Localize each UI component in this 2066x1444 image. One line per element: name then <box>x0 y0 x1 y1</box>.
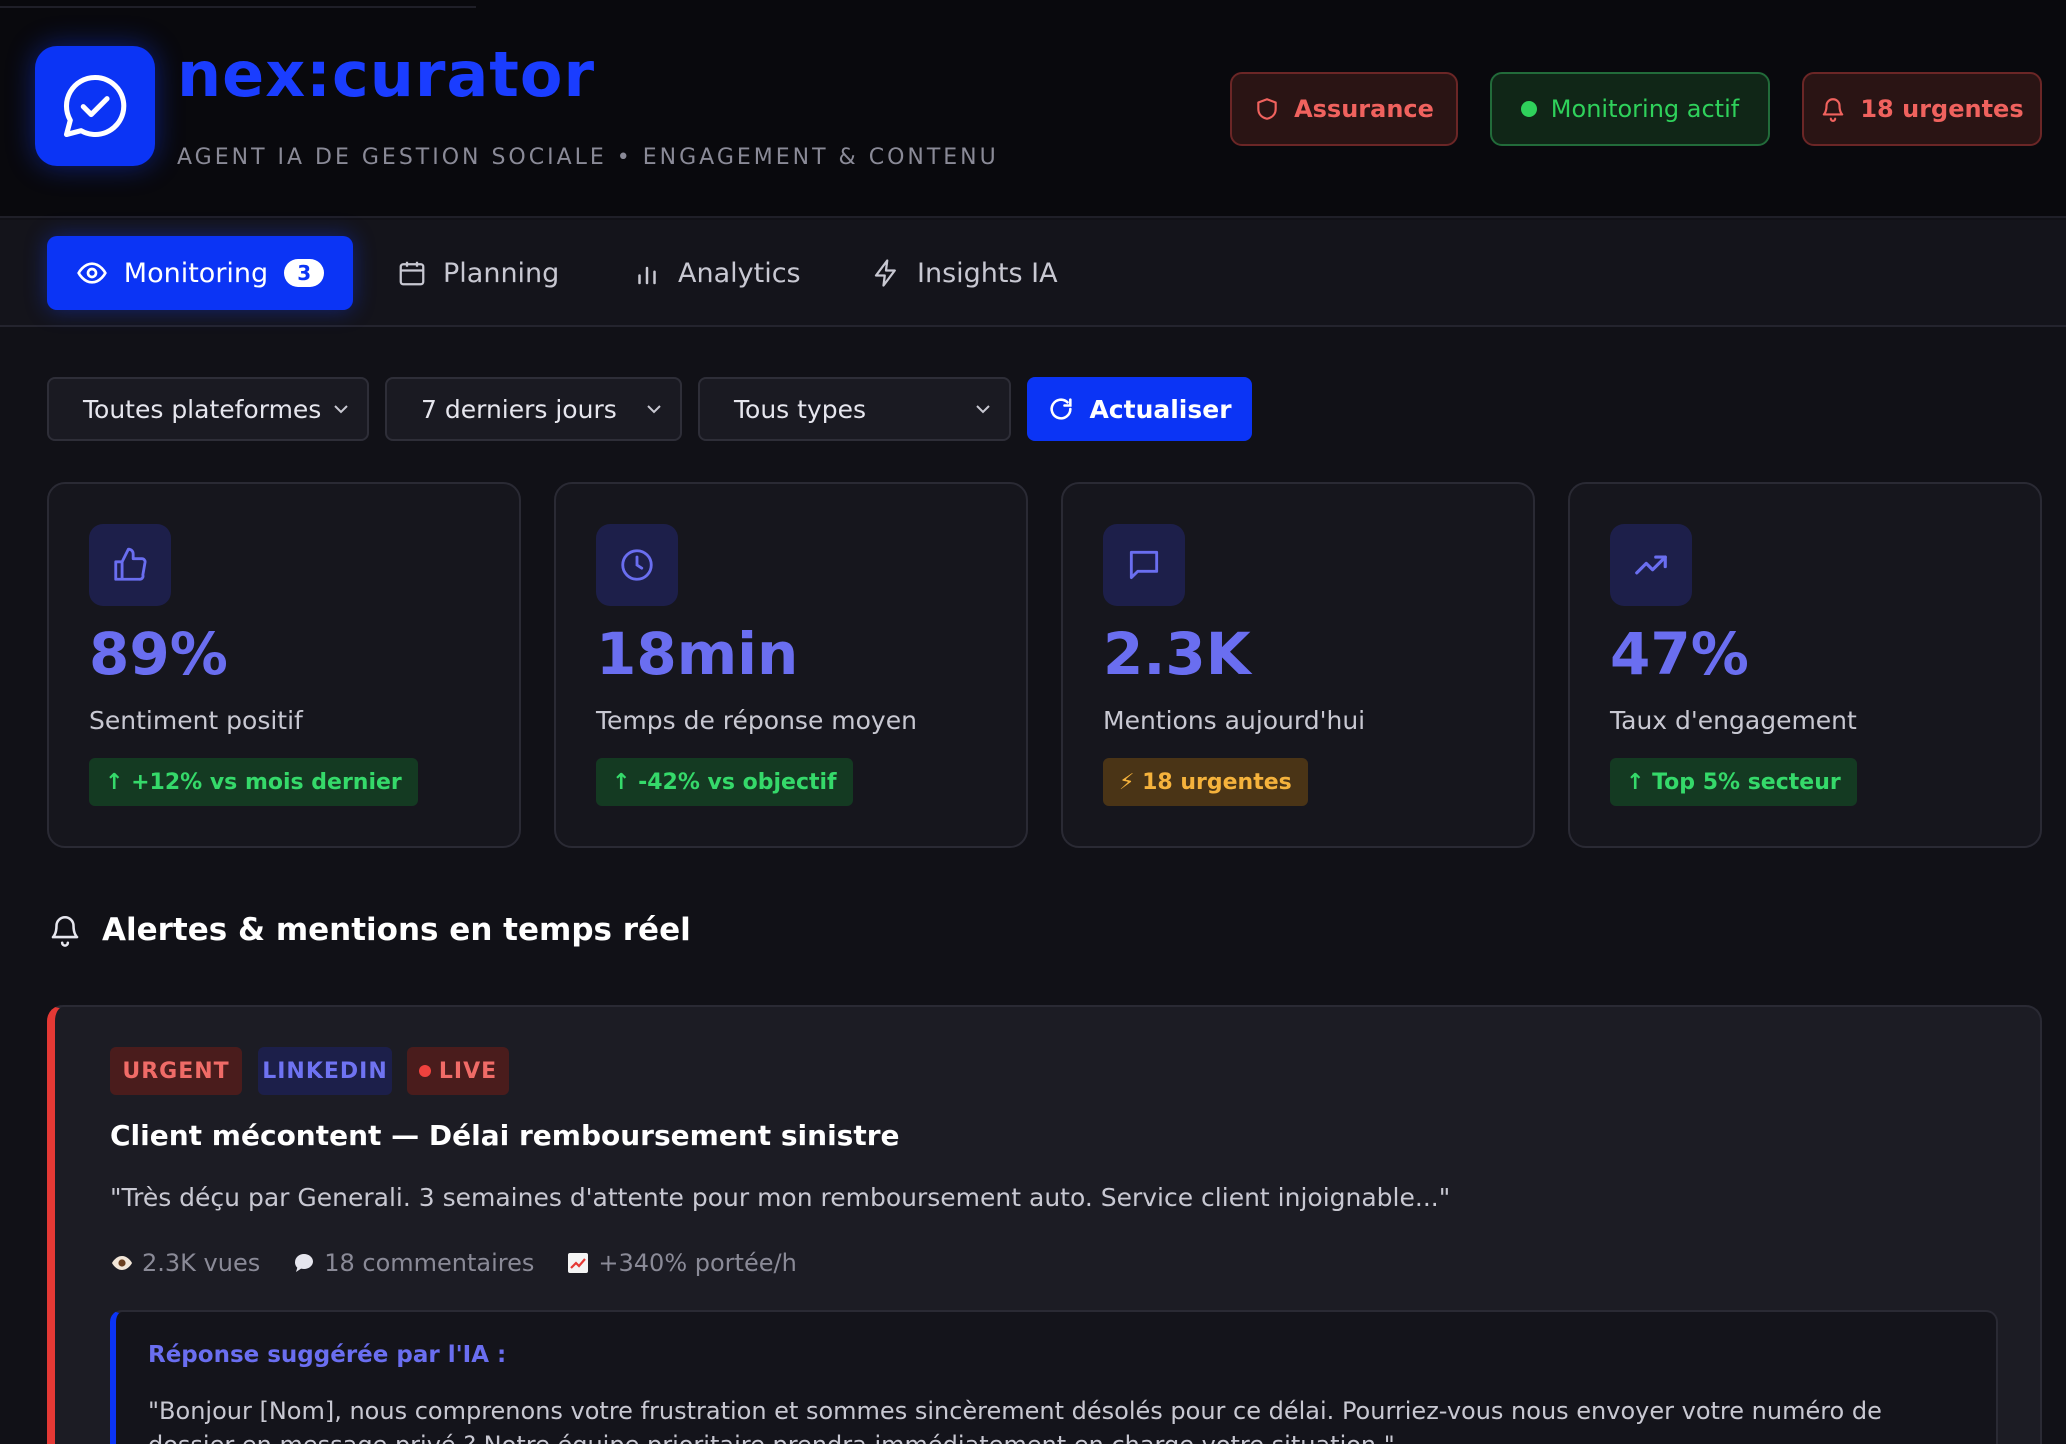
assurance-label: Assurance <box>1294 95 1434 123</box>
stat-value: 47% <box>1610 620 1749 688</box>
card-icon-box <box>1103 524 1185 606</box>
header-accent-line <box>0 0 476 8</box>
chevron-down-icon <box>334 405 348 414</box>
period-select-value: 7 derniers jours <box>421 394 617 424</box>
urgent-tag: URGENT <box>110 1047 242 1095</box>
refresh-button[interactable]: Actualiser <box>1027 377 1252 441</box>
tab-bar: Monitoring 3 Planning Analytics Insights… <box>0 220 2066 327</box>
bar-chart-icon <box>638 266 656 285</box>
platform-select[interactable]: Toutes plateformes <box>47 377 369 441</box>
stat-card-engagement: 47% Taux d'engagement ↑ Top 5% secteur <box>1568 482 2042 848</box>
stat-value: 18min <box>596 620 799 688</box>
stat-card-sentiment: 89% Sentiment positif ↑ +12% vs mois der… <box>47 482 521 848</box>
stat-trend-badge: ⚡ 18 urgentes <box>1103 758 1308 806</box>
stat-trend-badge: ↑ Top 5% secteur <box>1610 758 1857 806</box>
eye-icon <box>76 262 107 284</box>
shield-icon <box>1257 98 1277 120</box>
clock-icon <box>621 549 653 581</box>
stat-value: 2.3K <box>1103 620 1251 688</box>
stat-label: Taux d'engagement <box>1610 706 1857 735</box>
meta-comments-label: 18 commentaires <box>324 1249 535 1277</box>
stat-label: Temps de réponse moyen <box>596 706 917 735</box>
chat-check-icon <box>63 74 127 138</box>
meta-views: 2.3K vues <box>110 1249 260 1277</box>
tab-monitoring-label: Monitoring <box>123 257 269 289</box>
card-icon-box <box>1610 524 1692 606</box>
alert-quote: "Très déçu par Generali. 3 semaines d'at… <box>110 1183 1451 1212</box>
speech-bubble-icon <box>295 1254 314 1272</box>
stat-value: 89% <box>89 620 228 688</box>
status-dot-icon <box>1520 101 1537 117</box>
tab-monitoring-badge: 3 <box>284 259 325 287</box>
assurance-button[interactable]: Assurance <box>1230 72 1458 146</box>
trending-up-icon <box>1635 555 1667 575</box>
card-icon-box <box>89 524 171 606</box>
app-logo <box>35 46 155 166</box>
message-icon <box>1129 550 1159 580</box>
brand-name: nex:curator <box>177 38 596 111</box>
monitoring-status-button[interactable]: Monitoring actif <box>1490 72 1770 146</box>
section-title: Alertes & mentions en temps réel <box>48 912 691 948</box>
live-dot-icon <box>418 1065 431 1077</box>
platform-tag: LINKEDIN <box>258 1047 392 1095</box>
tab-analytics-label: Analytics <box>678 257 801 289</box>
live-tag: LIVE <box>407 1047 509 1095</box>
card-icon-box <box>596 524 678 606</box>
refresh-label: Actualiser <box>1089 394 1232 424</box>
section-title-text: Alertes & mentions en temps réel <box>102 912 691 948</box>
tab-insights[interactable]: Insights IA <box>871 236 1058 310</box>
live-tag-label: LIVE <box>438 1058 498 1084</box>
stat-card-response-time: 18min Temps de réponse moyen ↑ -42% vs o… <box>554 482 1028 848</box>
meta-views-label: 2.3K vues <box>142 1249 261 1277</box>
app-header: nex:curator AGENT IA DE GESTION SOCIALE … <box>0 0 2066 218</box>
stat-label: Sentiment positif <box>89 706 303 735</box>
brand-tagline: AGENT IA DE GESTION SOCIALE • ENGAGEMENT… <box>177 145 999 170</box>
lightning-icon <box>874 259 896 287</box>
alert-title: Client mécontent — Délai remboursement s… <box>110 1119 900 1152</box>
urgent-alerts-button[interactable]: 18 urgentes <box>1802 72 2042 146</box>
thumbs-up-icon <box>114 547 147 581</box>
calendar-icon <box>399 261 425 286</box>
bell-icon <box>51 916 79 947</box>
type-select[interactable]: Tous types <box>698 377 1011 441</box>
alert-meta: 2.3K vues 18 commentaires +340% portée/h <box>110 1249 797 1277</box>
meta-comments: 18 commentaires <box>292 1249 534 1277</box>
stat-trend-badge: ↑ -42% vs objectif <box>596 758 853 806</box>
period-select[interactable]: 7 derniers jours <box>385 377 682 441</box>
chart-increasing-icon <box>568 1253 589 1273</box>
tab-planning[interactable]: Planning <box>397 236 559 310</box>
bell-icon <box>1823 98 1844 122</box>
stat-card-mentions: 2.3K Mentions aujourd'hui ⚡ 18 urgentes <box>1061 482 1535 848</box>
refresh-icon <box>1050 398 1073 420</box>
monitoring-status-label: Monitoring actif <box>1550 95 1740 123</box>
ai-suggestion-box: Réponse suggérée par l'IA : "Bonjour [No… <box>110 1310 1998 1444</box>
meta-reach: +340% portée/h <box>566 1249 797 1277</box>
type-select-value: Tous types <box>734 394 867 424</box>
stat-label: Mentions aujourd'hui <box>1103 706 1366 735</box>
platform-select-value: Toutes plateformes <box>83 394 322 424</box>
tab-planning-label: Planning <box>443 257 560 289</box>
ai-suggestion-text: "Bonjour [Nom], nous comprenons votre fr… <box>148 1397 1882 1444</box>
tab-monitoring[interactable]: Monitoring 3 <box>47 236 353 310</box>
chevron-down-icon <box>647 405 661 414</box>
alert-card[interactable]: URGENT LINKEDIN LIVE Client mécontent — … <box>47 1005 2042 1444</box>
tab-insights-label: Insights IA <box>917 257 1058 289</box>
urgent-alerts-label: 18 urgentes <box>1860 95 2024 123</box>
ai-suggestion-label: Réponse suggérée par l'IA : <box>148 1342 507 1368</box>
tab-analytics[interactable]: Analytics <box>632 236 801 310</box>
stat-trend-badge: ↑ +12% vs mois dernier <box>89 758 418 806</box>
eye-icon <box>112 1256 132 1270</box>
chevron-down-icon <box>976 405 990 414</box>
meta-reach-label: +340% portée/h <box>598 1249 797 1277</box>
